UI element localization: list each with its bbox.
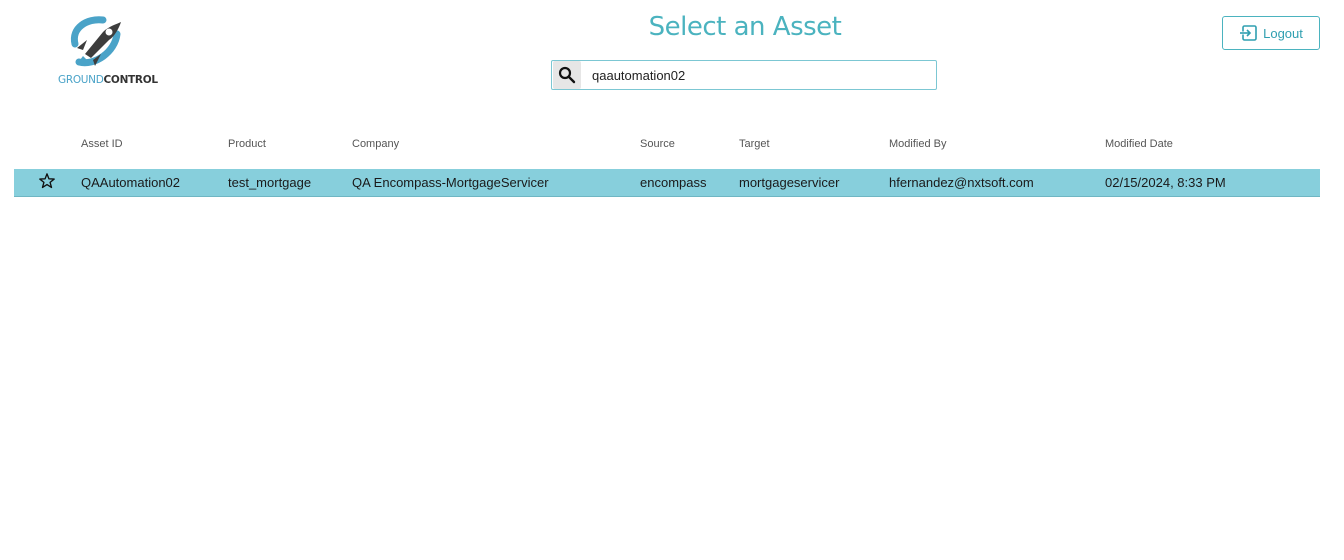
column-header-asset-id[interactable]: Asset ID bbox=[81, 138, 123, 150]
search-input[interactable] bbox=[592, 67, 912, 83]
cell-target: mortgageservicer bbox=[739, 175, 840, 190]
cell-source: encompass bbox=[640, 175, 707, 190]
cell-modified-by: hfernandez@nxtsoft.com bbox=[889, 175, 1034, 190]
table-header: Asset ID Product Company Source Target M… bbox=[14, 128, 1320, 160]
cell-product: test_mortgage bbox=[228, 175, 312, 190]
logout-icon bbox=[1239, 25, 1257, 41]
column-header-source[interactable]: Source bbox=[640, 138, 675, 150]
cell-asset-id: QAAutomation02 bbox=[81, 175, 181, 190]
asset-selection-page: GROUNDCONTROL Select an Asset Logout Ass… bbox=[0, 0, 1344, 560]
asset-table: Asset ID Product Company Source Target M… bbox=[14, 128, 1320, 197]
logout-label: Logout bbox=[1263, 25, 1303, 41]
column-header-product[interactable]: Product bbox=[228, 138, 266, 150]
star-outline-icon[interactable] bbox=[38, 172, 56, 190]
column-header-target[interactable]: Target bbox=[739, 138, 770, 150]
logo-text-ground: GROUND bbox=[58, 74, 104, 86]
search-icon bbox=[558, 66, 576, 84]
logo-text-control: CONTROL bbox=[103, 74, 158, 86]
column-header-modified-date[interactable]: Modified Date bbox=[1105, 138, 1173, 150]
page-title-container: Select an Asset bbox=[0, 12, 1344, 42]
search-button[interactable] bbox=[553, 61, 581, 89]
table-row[interactable]: QAAutomation02 test_mortgage QA Encompas… bbox=[14, 169, 1320, 197]
logo-wordmark: GROUNDCONTROL bbox=[58, 74, 158, 86]
search-bar bbox=[551, 60, 937, 90]
column-header-company[interactable]: Company bbox=[352, 138, 399, 150]
column-header-modified-by[interactable]: Modified By bbox=[889, 138, 946, 150]
page-title: Select an Asset bbox=[648, 12, 842, 42]
cell-modified-date: 02/15/2024, 8:33 PM bbox=[1105, 175, 1226, 190]
logout-button[interactable]: Logout bbox=[1222, 16, 1320, 50]
cell-company: QA Encompass-MortgageServicer bbox=[352, 175, 549, 190]
